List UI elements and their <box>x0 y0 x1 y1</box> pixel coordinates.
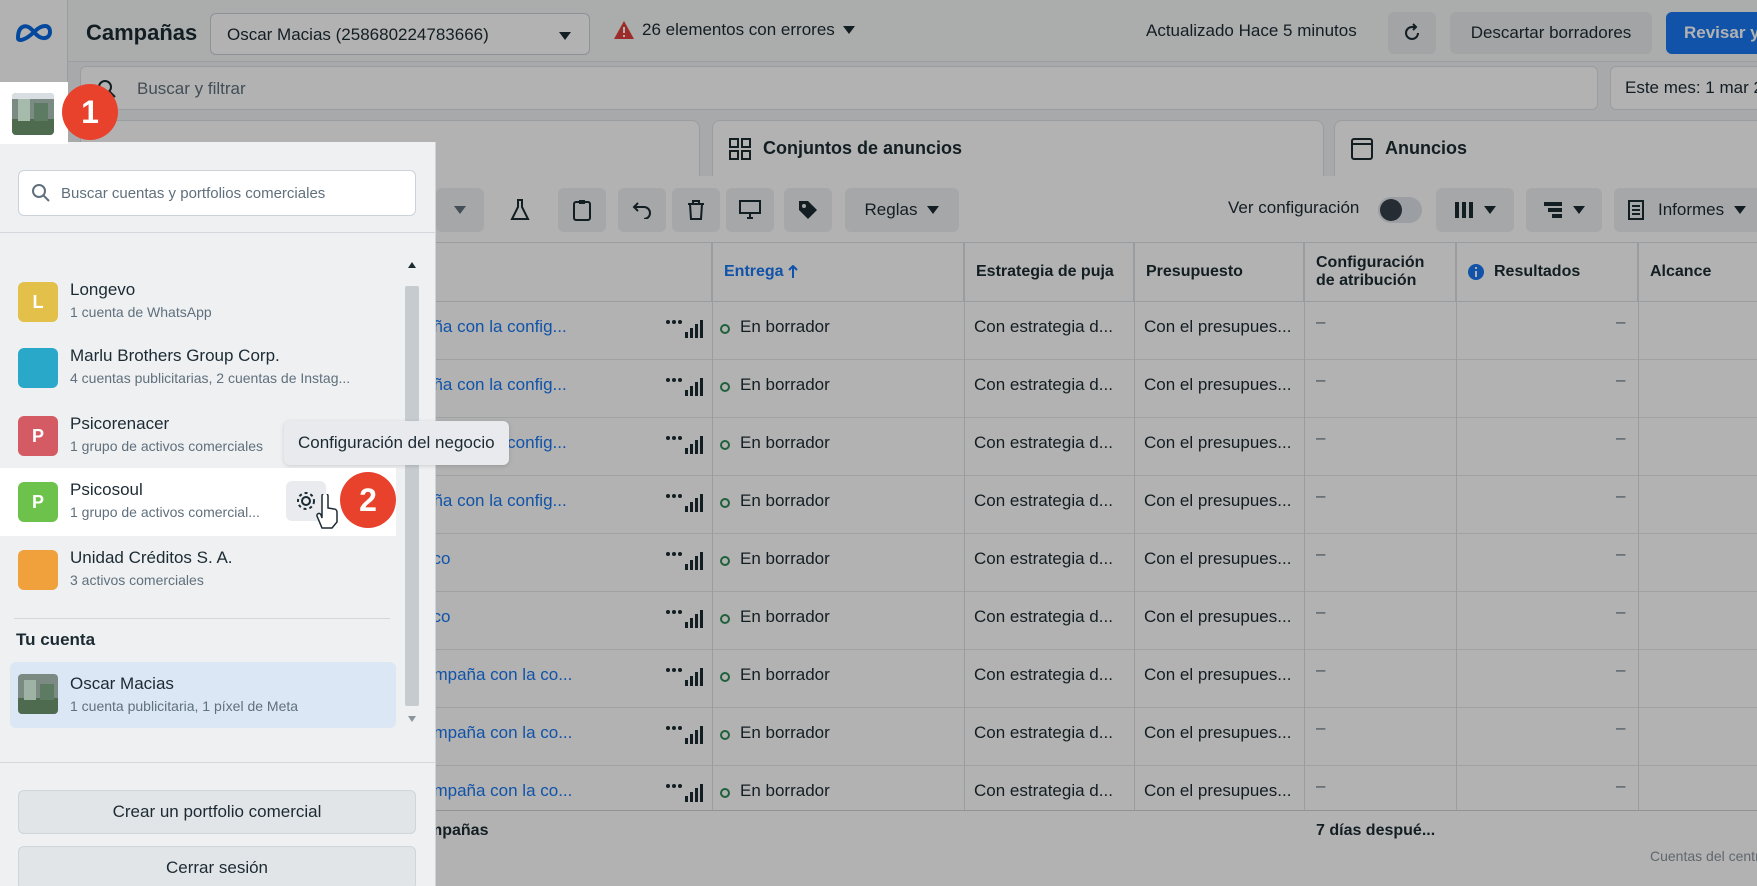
portfolio-sub: 1 grupo de activos comerciales <box>70 438 263 454</box>
portfolio-badge: P <box>18 482 58 522</box>
portfolio-badge: L <box>18 282 58 322</box>
portfolio-name: Longevo <box>70 280 136 299</box>
panel-search-placeholder: Buscar cuentas y portfolios comerciales <box>61 185 326 202</box>
portfolio-item[interactable]: Unidad Créditos S. A. 3 activos comercial… <box>0 538 402 602</box>
own-account-item[interactable]: Oscar Macias 1 cuenta publicitaria, 1 pí… <box>10 662 396 728</box>
own-account-name: Oscar Macias <box>70 674 174 693</box>
step-1-badge: 1 <box>62 84 118 140</box>
portfolio-item[interactable]: L Longevo 1 cuenta de WhatsApp <box>0 270 402 334</box>
panel-divider <box>0 762 436 763</box>
logout-button[interactable]: Cerrar sesión <box>18 846 416 886</box>
create-portfolio-button[interactable]: Crear un portfolio comercial <box>18 790 416 834</box>
avatar <box>18 674 58 714</box>
profile-avatar[interactable] <box>12 93 54 135</box>
portfolio-name: Psicosoul <box>70 480 143 499</box>
portfolio-badge <box>18 550 58 590</box>
portfolio-badge <box>18 348 58 388</box>
own-account-sub: 1 cuenta publicitaria, 1 píxel de Meta <box>70 698 299 714</box>
business-settings-tooltip: Configuración del negocio <box>284 421 509 465</box>
step-2-badge: 2 <box>340 472 396 528</box>
panel-divider <box>14 618 390 619</box>
your-account-heading: Tu cuenta <box>16 630 96 649</box>
scrollbar-thumb[interactable] <box>405 286 419 706</box>
portfolio-sub: 4 cuentas publicitarias, 2 cuentas de In… <box>70 370 351 386</box>
portfolio-name: Unidad Créditos S. A. <box>70 548 233 567</box>
panel-search-input[interactable]: Buscar cuentas y portfolios comerciales <box>18 170 416 216</box>
search-icon <box>31 183 51 203</box>
portfolio-sub: 1 cuenta de WhatsApp <box>70 304 212 320</box>
portfolio-sub: 3 activos comerciales <box>70 572 204 588</box>
panel-divider <box>0 232 436 233</box>
gear-icon <box>295 490 317 512</box>
hand-cursor-icon <box>316 494 338 530</box>
portfolio-name: Marlu Brothers Group Corp. <box>70 346 280 365</box>
portfolio-badge: P <box>18 416 58 456</box>
portfolio-item[interactable]: Marlu Brothers Group Corp. 4 cuentas publ… <box>0 336 402 400</box>
portfolio-sub: 1 grupo de activos comercial... <box>70 504 260 520</box>
portfolio-name: Psicorenacer <box>70 414 170 433</box>
